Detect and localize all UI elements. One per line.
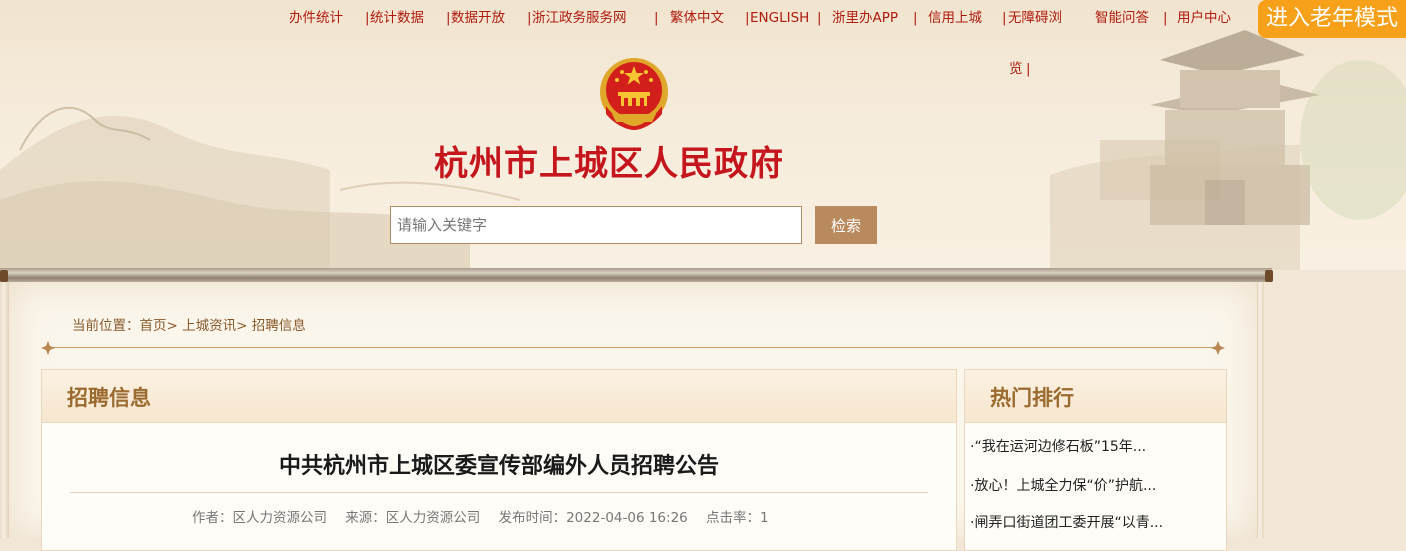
scroll-rod-cap (0, 270, 8, 282)
nav-zheliban-app[interactable]: 浙里办APP (832, 8, 898, 28)
section-title: 招聘信息 (67, 386, 151, 410)
nav-credit-shangcheng[interactable]: 信用上城 (928, 8, 982, 28)
nav-user-center[interactable]: 用户中心 (1177, 8, 1231, 28)
scroll-rod-cap (1265, 270, 1273, 282)
article-meta: 作者：区人力资源公司 来源：区人力资源公司 发布时间：2022-04-06 16… (192, 506, 783, 526)
nav-accessibility[interactable]: 无障碍浏 (1008, 8, 1062, 28)
nav-separator: | (1026, 61, 1031, 77)
hot-ranking-title: 热门排行 (990, 386, 1074, 410)
breadcrumb-arrow: > (236, 318, 248, 334)
divider-ornament-icon (1211, 341, 1225, 355)
article-title-divider (70, 492, 928, 493)
ornamental-divider (48, 347, 1218, 348)
nav-separator: | (527, 10, 532, 26)
scroll-left-edge (0, 282, 8, 538)
hot-ranking-item[interactable]: ·放心！上城全力保“价”护航... (970, 475, 1156, 495)
article-title: 中共杭州市上城区委宣传部编外人员招聘公告 (278, 454, 719, 479)
nav-open-data[interactable]: 数据开放 (451, 8, 505, 28)
article-source: 来源：区人力资源公司 (345, 510, 481, 526)
search-button[interactable]: 检索 (815, 206, 877, 244)
breadcrumb-news[interactable]: 上城资讯 (182, 318, 236, 334)
nav-separator: | (365, 10, 370, 26)
search-input[interactable] (390, 206, 802, 244)
nav-smart-qa[interactable]: 智能问答 (1095, 8, 1149, 28)
nav-accessibility-overflow[interactable]: 览 (1009, 59, 1023, 79)
nav-separator: | (446, 10, 451, 26)
breadcrumb: 当前位置：首页> 上城资讯> 招聘信息 (72, 314, 306, 334)
national-emblem-icon (600, 58, 668, 130)
site-title: 杭州市上城区人民政府 (434, 144, 784, 184)
article-author: 作者：区人力资源公司 (192, 510, 327, 526)
page-header: 办件统计 | 统计数据 | 数据开放 | 浙江政务服务网 | 繁体中文 | EN… (0, 0, 1406, 270)
nav-office-stats[interactable]: 办件统计 (289, 8, 343, 28)
nav-traditional-chinese[interactable]: 繁体中文 (670, 8, 724, 28)
nav-zhejiang-service[interactable]: 浙江政务服务网 (532, 8, 627, 28)
breadcrumb-home[interactable]: 首页 (140, 318, 167, 334)
hot-ranking-item[interactable]: ·闸弄口街道团工委开展“以青... (970, 512, 1163, 532)
nav-english[interactable]: ENGLISH (750, 8, 809, 28)
nav-separator: | (1002, 10, 1007, 26)
divider-ornament-icon (41, 341, 55, 355)
breadcrumb-arrow: > (166, 318, 178, 334)
nav-statistics[interactable]: 统计数据 (370, 8, 424, 28)
elder-mode-button[interactable]: 进入老年模式 (1258, 0, 1406, 38)
nav-separator: | (913, 10, 918, 26)
nav-separator: | (1163, 10, 1168, 26)
article-clicks: 点击率：1 (706, 510, 769, 526)
hot-ranking-item[interactable]: ·“我在运河边修石板”15年... (970, 436, 1146, 456)
nav-separator: | (745, 10, 750, 26)
nav-separator: | (654, 10, 659, 26)
article-published: 发布时间：2022-04-06 16:26 (498, 510, 688, 526)
nav-separator: | (817, 10, 822, 26)
hot-ranking-header: 热门排行 (965, 370, 1226, 423)
breadcrumb-recruitment[interactable]: 招聘信息 (252, 318, 306, 334)
article-panel-header: 招聘信息 (42, 370, 956, 423)
breadcrumb-label: 当前位置： (72, 318, 140, 334)
scroll-rod (0, 268, 1272, 282)
